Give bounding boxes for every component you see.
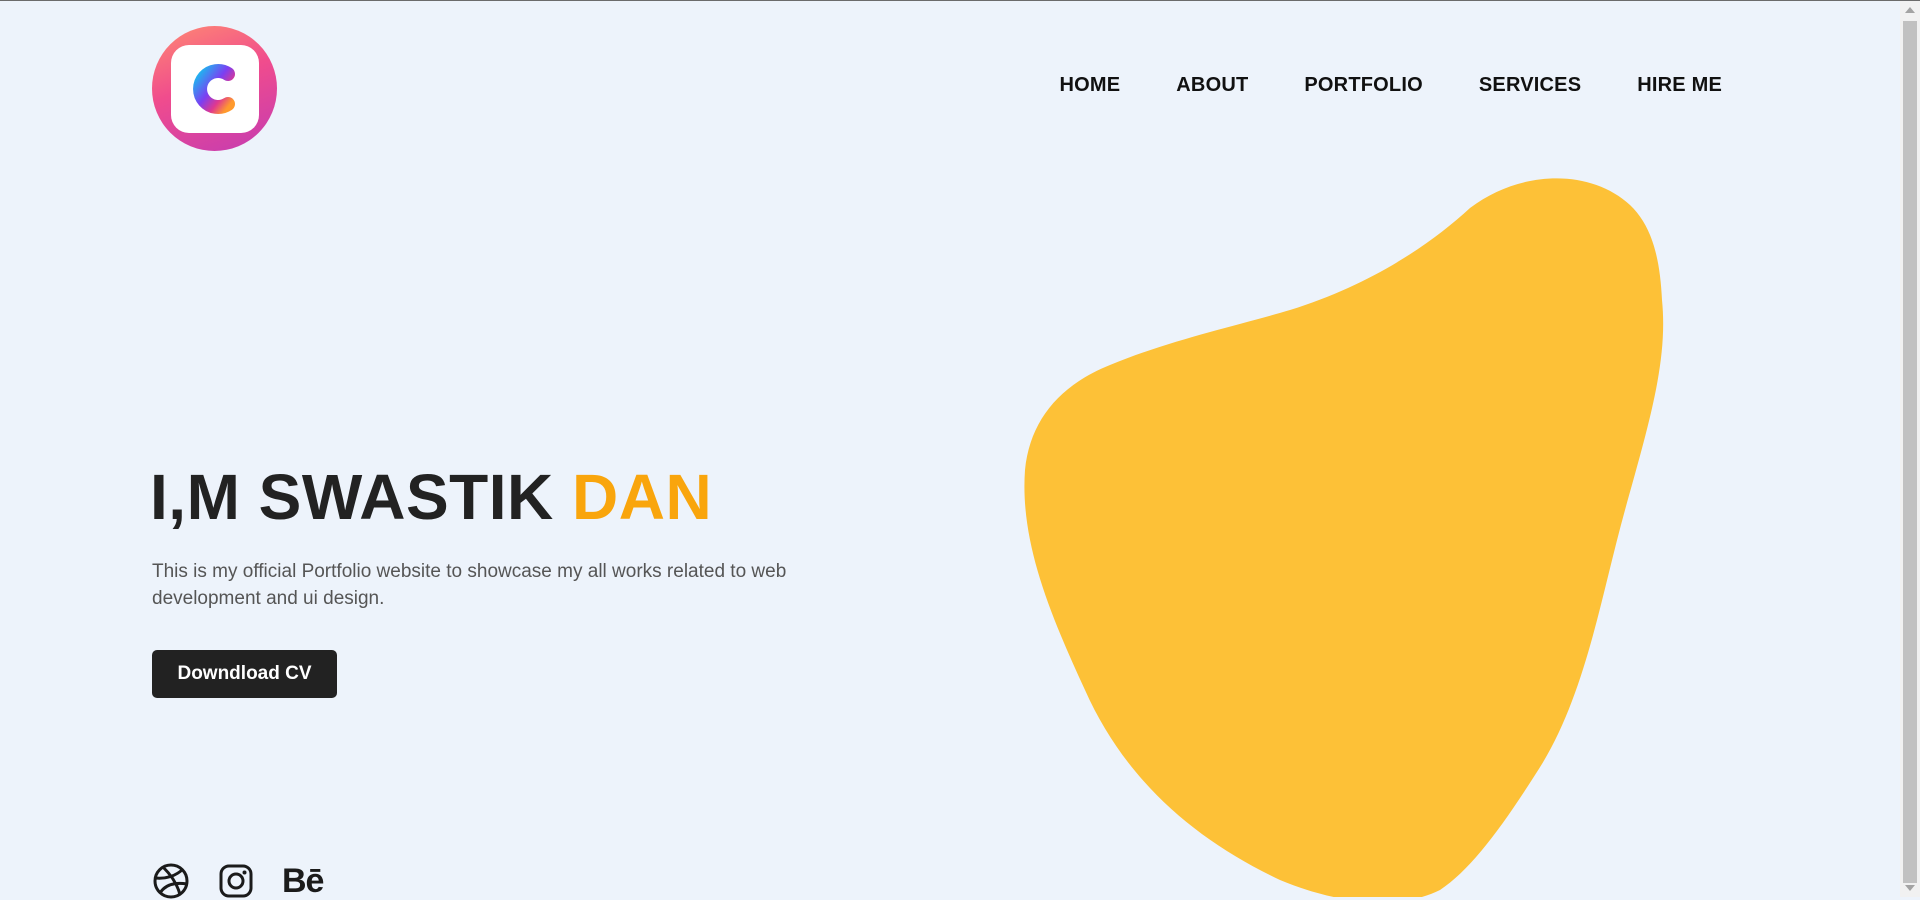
instagram-icon[interactable] (218, 863, 254, 899)
hero-title: I,M SWASTIK DAN (150, 460, 712, 534)
yellow-blob-shape (1024, 178, 1664, 897)
scrollbar-thumb[interactable] (1903, 21, 1917, 883)
hero-title-name: I,M SWASTIK (150, 461, 572, 533)
nav-services[interactable]: SERVICES (1479, 74, 1581, 97)
scroll-up-arrow-icon[interactable] (1905, 7, 1915, 13)
hero-title-accent: DAN (572, 461, 713, 533)
nav-home[interactable]: HOME (1059, 74, 1120, 97)
hero-description: This is my official Portfolio website to… (152, 561, 787, 609)
site-logo[interactable] (152, 26, 277, 151)
nav-portfolio[interactable]: PORTFOLIO (1304, 74, 1422, 97)
social-links: Bē (152, 862, 324, 900)
window-top-border (0, 0, 1920, 1)
scroll-down-arrow-icon[interactable] (1905, 885, 1915, 891)
letter-c-logo-icon (192, 63, 235, 114)
nav-hire-me[interactable]: HIRE ME (1637, 74, 1722, 97)
logo-badge (170, 44, 259, 133)
vertical-scrollbar[interactable] (1900, 1, 1920, 897)
download-cv-button[interactable]: Downdload CV (152, 650, 337, 698)
dribbble-icon[interactable] (152, 862, 190, 900)
behance-icon[interactable]: Bē (282, 863, 324, 899)
nav-about[interactable]: ABOUT (1176, 74, 1248, 97)
main-nav: HOME ABOUT PORTFOLIO SERVICES HIRE ME (1059, 74, 1722, 97)
